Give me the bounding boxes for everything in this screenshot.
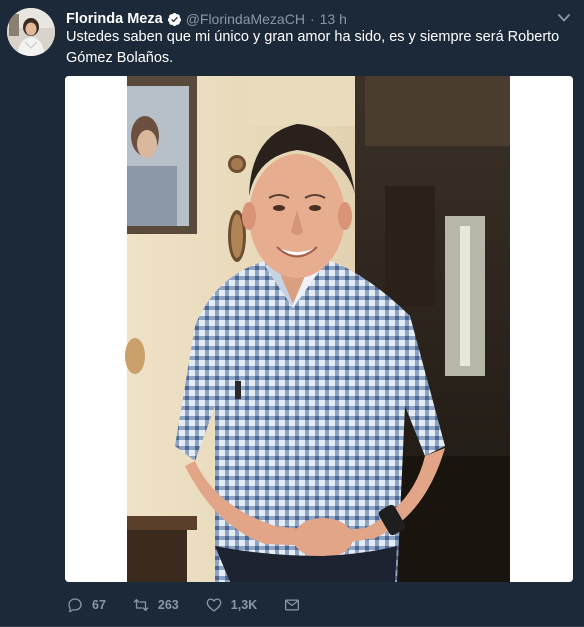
heart-icon: [206, 598, 222, 612]
direct-message-button[interactable]: [283, 596, 309, 614]
chevron-down-icon[interactable]: [558, 13, 570, 23]
reply-count: 67: [92, 598, 106, 612]
tweet-card[interactable]: Florinda Meza @FlorindaMezaCH · 13 h Ust…: [0, 0, 584, 627]
verified-badge-icon: [167, 12, 181, 26]
author-name[interactable]: Florinda Meza: [66, 11, 163, 27]
like-count: 1,3K: [230, 598, 258, 612]
reply-button[interactable]: 67: [66, 596, 106, 614]
photo-image: [65, 76, 573, 582]
tweet-actions: 67 263 1,3K: [66, 594, 335, 616]
tweet-photo[interactable]: [65, 76, 573, 582]
tweet-header: Florinda Meza @FlorindaMezaCH · 13 h: [66, 9, 347, 29]
tweet-text: Ustedes saben que mi único y gran amor h…: [66, 29, 560, 66]
envelope-icon: [285, 599, 300, 611]
like-button[interactable]: 1,3K: [205, 596, 257, 614]
tweet-timestamp[interactable]: 13 h: [320, 11, 347, 27]
retweet-count: 263: [157, 598, 179, 612]
avatar[interactable]: [7, 8, 55, 56]
avatar-image: [7, 8, 55, 56]
retweet-button[interactable]: 263: [132, 596, 179, 614]
retweet-icon: [133, 599, 149, 611]
author-handle[interactable]: @FlorindaMezaCH: [186, 11, 305, 27]
separator-dot: ·: [309, 11, 315, 27]
reply-icon: [68, 598, 82, 613]
